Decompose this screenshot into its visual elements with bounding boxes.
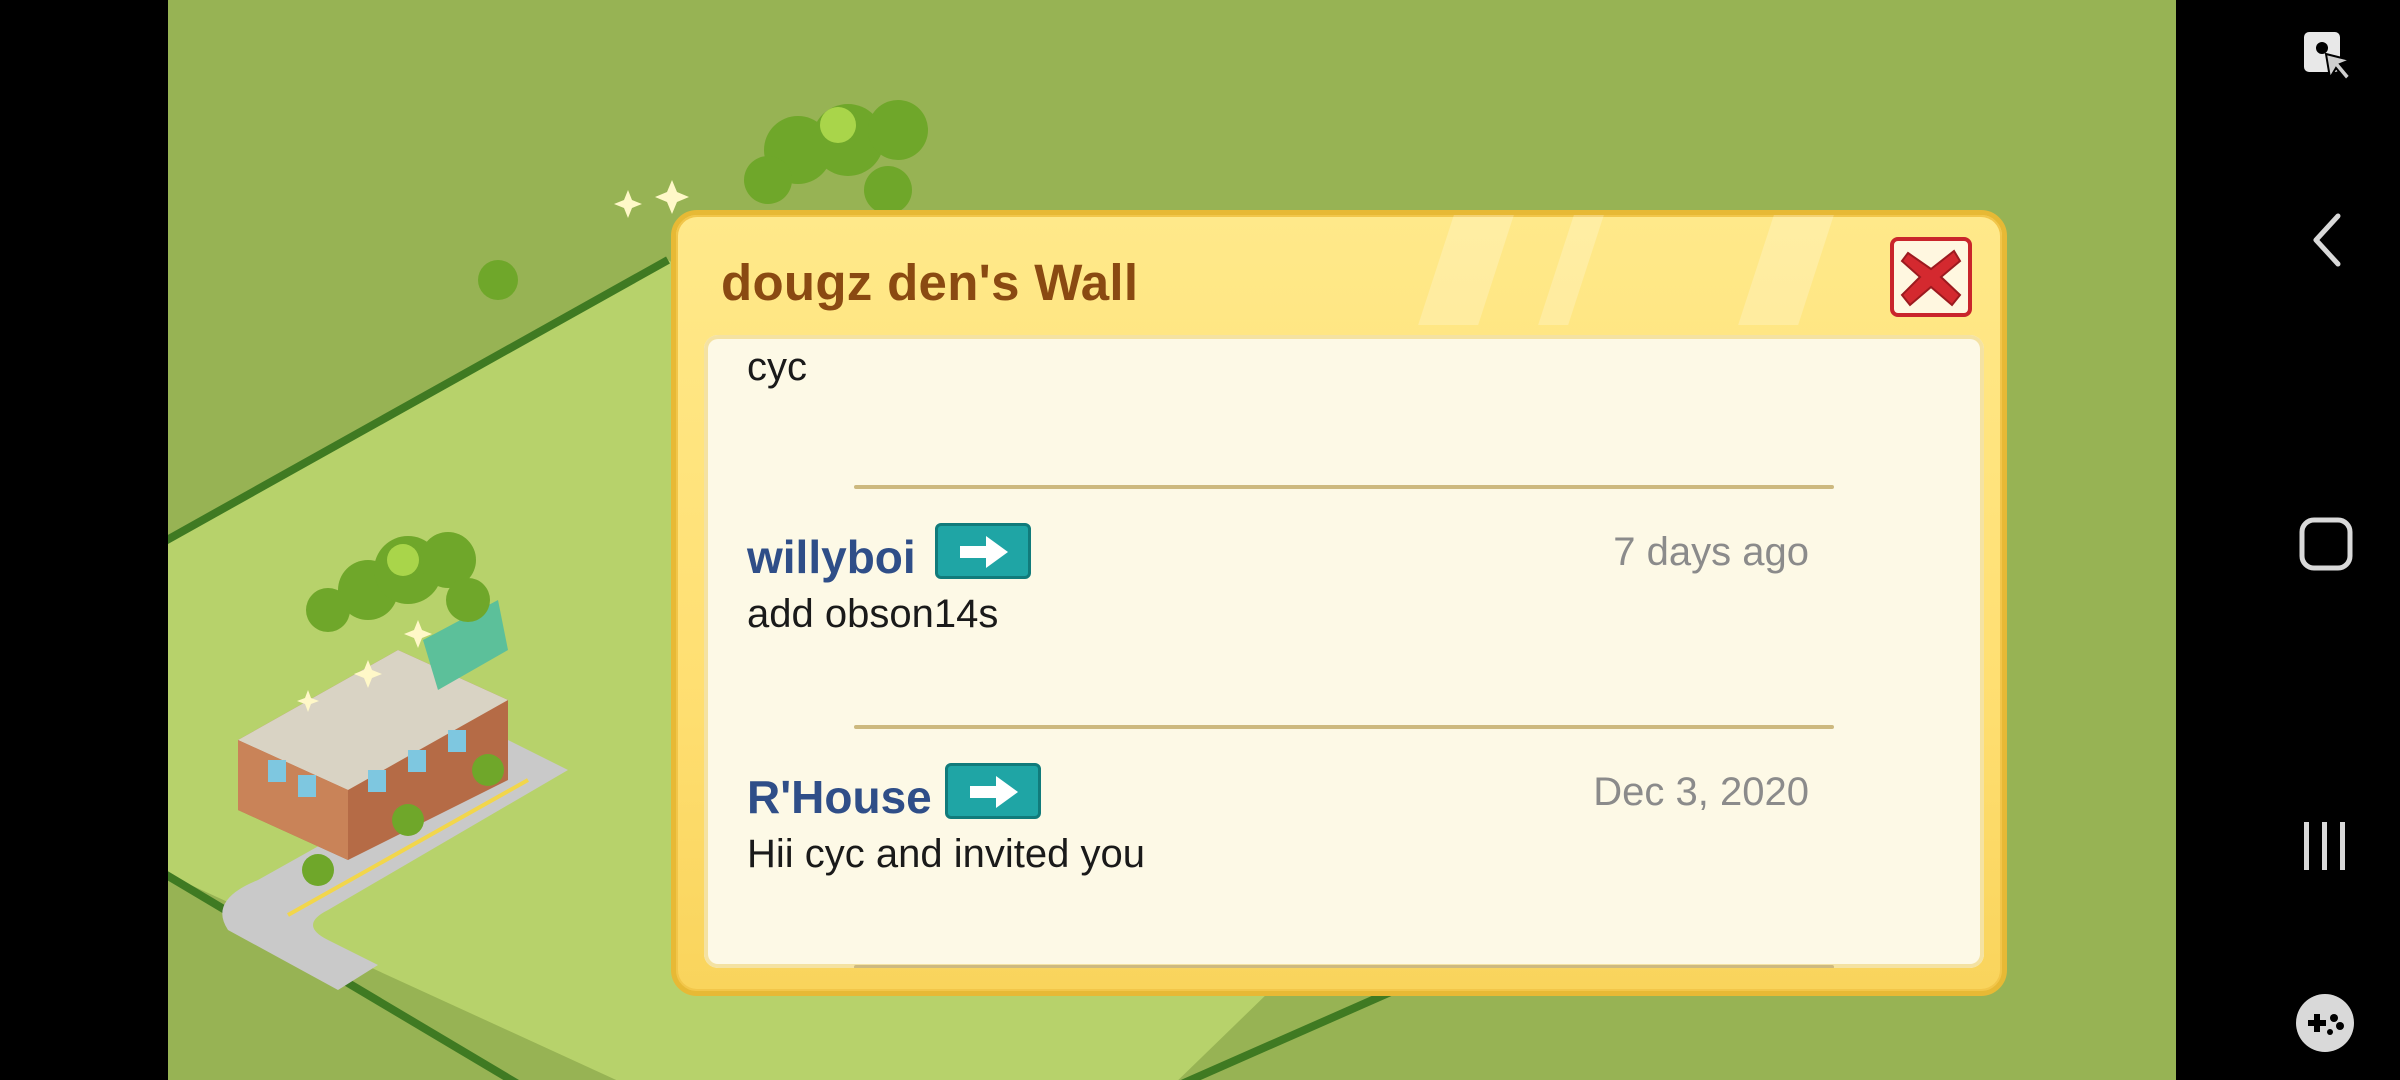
dialog-shine bbox=[1738, 215, 1834, 325]
post-timestamp: 7 days ago bbox=[1613, 530, 1809, 574]
game-tools-icon[interactable] bbox=[2294, 992, 2356, 1059]
system-nav-bar bbox=[2176, 0, 2400, 1080]
home-icon[interactable] bbox=[2298, 516, 2354, 577]
touch-lock-icon[interactable] bbox=[2300, 28, 2360, 97]
message-divider bbox=[854, 725, 1834, 729]
arrow-right-icon bbox=[970, 776, 1018, 808]
game-viewport[interactable]: dougz den's Wall cyc willyboi 7 days ago… bbox=[168, 0, 2176, 1080]
post-timestamp: Dec 3, 2020 bbox=[1593, 770, 1809, 814]
author-name[interactable]: willyboi bbox=[747, 530, 916, 584]
wall-message-list[interactable]: cyc willyboi 7 days ago add obson14s R'H… bbox=[704, 335, 1984, 968]
wall-dialog: dougz den's Wall cyc willyboi 7 days ago… bbox=[671, 210, 2007, 996]
message-text: add obson14s bbox=[747, 592, 999, 636]
arrow-right-icon bbox=[960, 536, 1008, 568]
message-divider bbox=[854, 965, 1834, 968]
message-text: Hii cyc and invited you bbox=[747, 832, 1145, 876]
message-text: cyc bbox=[747, 345, 807, 389]
visit-player-button[interactable] bbox=[945, 763, 1041, 819]
recent-apps-icon[interactable] bbox=[2300, 818, 2350, 879]
visit-player-button[interactable] bbox=[935, 523, 1031, 579]
back-icon[interactable] bbox=[2308, 212, 2348, 273]
dialog-title: dougz den's Wall bbox=[721, 254, 1139, 311]
close-x-icon bbox=[1900, 249, 1962, 307]
close-button[interactable] bbox=[1890, 237, 1972, 317]
dialog-shine bbox=[1538, 215, 1604, 325]
dialog-shine bbox=[1418, 215, 1514, 325]
message-divider bbox=[854, 485, 1834, 489]
author-name[interactable]: R'House bbox=[747, 770, 932, 824]
